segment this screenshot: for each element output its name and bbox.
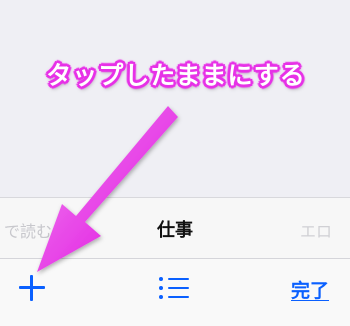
done-button[interactable]: 完了	[291, 276, 329, 303]
bottom-toolbar: 完了	[0, 258, 350, 326]
list-line	[168, 296, 189, 298]
content-area: タップしたままにする	[0, 0, 350, 197]
list-icon[interactable]	[159, 277, 191, 299]
list-bullet	[159, 295, 163, 299]
list-bullet	[159, 277, 163, 281]
picker-item-next[interactable]: エロ	[300, 218, 350, 242]
category-picker[interactable]: で読む 仕事 エロ	[0, 197, 350, 258]
annotation-label: タップしたままにする	[46, 61, 306, 90]
plus-icon[interactable]	[19, 275, 45, 301]
list-bullet	[159, 286, 163, 290]
list-line	[168, 287, 189, 289]
picker-item-selected[interactable]: 仕事	[0, 216, 350, 242]
list-line	[168, 278, 189, 280]
